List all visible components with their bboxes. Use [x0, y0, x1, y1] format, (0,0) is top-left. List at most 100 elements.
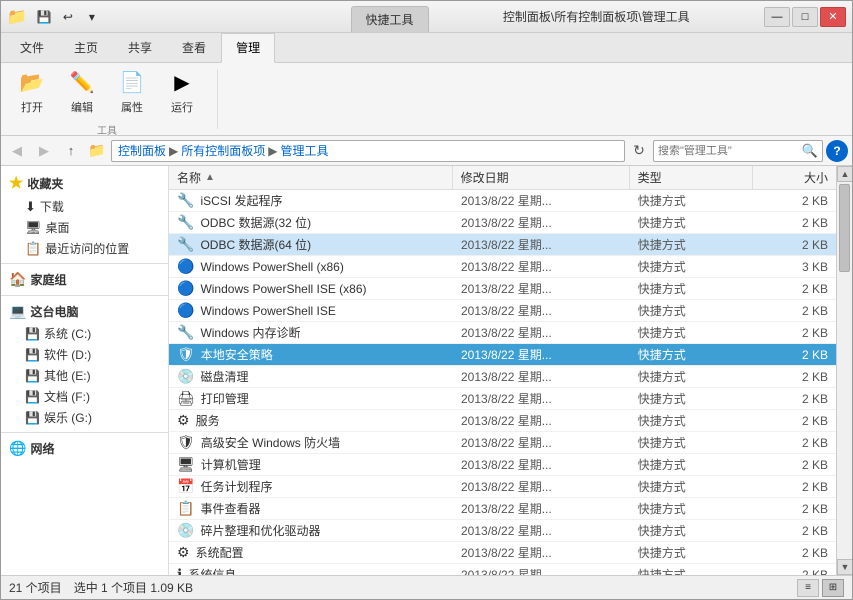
- sidebar-header-computer[interactable]: 💻 这台电脑: [1, 300, 168, 323]
- sidebar-header-homegroup[interactable]: 🏠 家庭组: [1, 268, 168, 291]
- table-row[interactable]: 🛡 高级安全 Windows 防火墙 2013/8/22 星期... 快捷方式 …: [169, 432, 836, 454]
- sidebar-item-f[interactable]: 💾 文档 (F:): [1, 386, 168, 407]
- table-row[interactable]: 🔧 Windows 内存诊断 2013/8/22 星期... 快捷方式 2 KB: [169, 322, 836, 344]
- tab-file[interactable]: 文件: [5, 33, 59, 62]
- tab-share[interactable]: 共享: [113, 33, 167, 62]
- file-icon: 🔧: [177, 236, 194, 253]
- desktop-icon: 🖥: [25, 220, 42, 236]
- file-icon: 🔵: [177, 258, 194, 275]
- ribbon-btn-property[interactable]: 📄 属性: [109, 62, 155, 120]
- sidebar-item-downloads[interactable]: ⬇ 下载: [1, 196, 168, 217]
- file-date-cell: 2013/8/22 星期...: [453, 498, 630, 519]
- table-row[interactable]: ⚙ 系统配置 2013/8/22 星期... 快捷方式 2 KB: [169, 542, 836, 564]
- tab-kuaijiegongju[interactable]: 快捷工具: [351, 6, 429, 32]
- col-header-size[interactable]: 大小: [753, 166, 836, 189]
- sidebar-item-e[interactable]: 💾 其他 (E:): [1, 365, 168, 386]
- tab-view[interactable]: 查看: [167, 33, 221, 62]
- table-row[interactable]: 📅 任务计划程序 2013/8/22 星期... 快捷方式 2 KB: [169, 476, 836, 498]
- ribbon-btn-open[interactable]: 📂 打开: [9, 62, 55, 120]
- col-header-type[interactable]: 类型: [630, 166, 754, 189]
- scrollbar-up[interactable]: ▲: [837, 166, 852, 182]
- ribbon-btn-run[interactable]: ▶ 运行: [159, 62, 205, 120]
- qat-undo[interactable]: ↩: [57, 6, 79, 28]
- file-name: Windows PowerShell ISE: [200, 304, 335, 318]
- ribbon-btn-edit[interactable]: ✏️ 编辑: [59, 62, 105, 120]
- sidebar-header-favorites[interactable]: ★ 收藏夹: [1, 170, 168, 196]
- recent-icon: 📋: [25, 241, 41, 257]
- view-details-btn[interactable]: ⊞: [822, 579, 844, 597]
- scrollbar-down[interactable]: ▼: [837, 559, 852, 575]
- drive-g-icon: 💾: [25, 411, 40, 425]
- file-date-cell: 2013/8/22 星期...: [453, 278, 630, 299]
- file-name: 本地安全策略: [201, 346, 273, 363]
- table-row[interactable]: ℹ 系统信息 2013/8/22 星期... 快捷方式 2 KB: [169, 564, 836, 575]
- table-row[interactable]: 🔵 Windows PowerShell ISE (x86) 2013/8/22…: [169, 278, 836, 300]
- table-row[interactable]: 🔧 ODBC 数据源(32 位) 2013/8/22 星期... 快捷方式 2 …: [169, 212, 836, 234]
- table-row[interactable]: 🔧 iSCSI 发起程序 2013/8/22 星期... 快捷方式 2 KB: [169, 190, 836, 212]
- sidebar-item-g[interactable]: 💾 娱乐 (G:): [1, 407, 168, 428]
- help-button[interactable]: ?: [826, 140, 848, 162]
- computer-label: 这台电脑: [30, 303, 78, 320]
- titlebar-tabs: 快捷工具: [351, 1, 429, 32]
- nav-back[interactable]: ◀: [5, 140, 29, 162]
- crumb-1[interactable]: 控制面板: [118, 142, 166, 159]
- sidebar: ★ 收藏夹 ⬇ 下载 🖥 桌面 📋 最近访问的位置: [1, 166, 169, 575]
- search-input[interactable]: [658, 145, 802, 157]
- search-icon[interactable]: 🔍: [802, 143, 818, 159]
- table-row[interactable]: 🔧 ODBC 数据源(64 位) 2013/8/22 星期... 快捷方式 2 …: [169, 234, 836, 256]
- col-header-name[interactable]: 名称 ▲: [169, 166, 453, 189]
- address-bar[interactable]: 控制面板 ▶ 所有控制面板项 ▶ 管理工具: [111, 140, 625, 162]
- sidebar-header-network[interactable]: 🌐 网络: [1, 437, 168, 460]
- table-row[interactable]: 🔵 Windows PowerShell (x86) 2013/8/22 星期.…: [169, 256, 836, 278]
- maximize-button[interactable]: □: [792, 7, 818, 27]
- file-rows: 🔧 iSCSI 发起程序 2013/8/22 星期... 快捷方式 2 KB 🔧…: [169, 190, 836, 575]
- table-row[interactable]: 🔵 Windows PowerShell ISE 2013/8/22 星期...…: [169, 300, 836, 322]
- nav-forward[interactable]: ▶: [32, 140, 56, 162]
- table-row[interactable]: 💿 磁盘清理 2013/8/22 星期... 快捷方式 2 KB: [169, 366, 836, 388]
- desktop-label: 桌面: [46, 219, 70, 236]
- file-icon: 📅: [177, 478, 194, 495]
- file-name: iSCSI 发起程序: [200, 192, 282, 209]
- drive-c-label: 系统 (C:): [44, 325, 91, 342]
- file-size-cell: 2 KB: [753, 214, 836, 232]
- scrollbar[interactable]: ▲ ▼: [836, 166, 852, 575]
- titlebar-left: 📁 💾 ↩ ▾: [7, 6, 343, 28]
- crumb-3[interactable]: 管理工具: [281, 142, 329, 159]
- nav-up[interactable]: ↑: [59, 140, 83, 162]
- sidebar-item-desktop[interactable]: 🖥 桌面: [1, 217, 168, 238]
- tab-home[interactable]: 主页: [59, 33, 113, 62]
- qat-dropdown[interactable]: ▾: [81, 6, 103, 28]
- file-date-cell: 2013/8/22 星期...: [453, 542, 630, 563]
- file-name: 碎片整理和优化驱动器: [200, 522, 320, 539]
- addressbar: ◀ ▶ ↑ 📁 控制面板 ▶ 所有控制面板项 ▶ 管理工具 ↻ 🔍 ?: [1, 136, 852, 166]
- table-row[interactable]: ⚙ 服务 2013/8/22 星期... 快捷方式 2 KB: [169, 410, 836, 432]
- file-type-cell: 快捷方式: [630, 542, 753, 563]
- sidebar-item-c[interactable]: 💾 系统 (C:): [1, 323, 168, 344]
- qat-save[interactable]: 💾: [33, 6, 55, 28]
- table-row[interactable]: 💿 碎片整理和优化驱动器 2013/8/22 星期... 快捷方式 2 KB: [169, 520, 836, 542]
- table-row[interactable]: 🛡 本地安全策略 2013/8/22 星期... 快捷方式 2 KB: [169, 344, 836, 366]
- view-list-btn[interactable]: ≡: [797, 579, 819, 597]
- scrollbar-thumb[interactable]: [839, 184, 850, 272]
- drive-f-label: 文档 (F:): [44, 388, 90, 405]
- close-button[interactable]: ✕: [820, 7, 846, 27]
- open-icon: 📂: [16, 67, 48, 99]
- sidebar-item-recent[interactable]: 📋 最近访问的位置: [1, 238, 168, 259]
- search-box[interactable]: 🔍: [653, 140, 823, 162]
- col-header-date[interactable]: 修改日期: [453, 166, 630, 189]
- sidebar-item-d[interactable]: 💾 软件 (D:): [1, 344, 168, 365]
- ribbon-group-label: 工具: [97, 122, 117, 137]
- table-row[interactable]: 🖥 计算机管理 2013/8/22 星期... 快捷方式 2 KB: [169, 454, 836, 476]
- scrollbar-track: [837, 274, 852, 559]
- minimize-button[interactable]: —: [764, 7, 790, 27]
- crumb-2[interactable]: 所有控制面板项: [181, 142, 265, 159]
- file-type-cell: 快捷方式: [630, 278, 753, 299]
- table-row[interactable]: 📋 事件查看器 2013/8/22 星期... 快捷方式 2 KB: [169, 498, 836, 520]
- refresh-button[interactable]: ↻: [628, 140, 650, 162]
- file-icon: 🖥: [177, 456, 195, 473]
- file-name: ODBC 数据源(64 位): [200, 236, 311, 253]
- tab-manage[interactable]: 管理: [221, 33, 275, 63]
- file-icon: 💿: [177, 522, 194, 539]
- table-row[interactable]: 🖨 打印管理 2013/8/22 星期... 快捷方式 2 KB: [169, 388, 836, 410]
- file-size-cell: 2 KB: [753, 522, 836, 540]
